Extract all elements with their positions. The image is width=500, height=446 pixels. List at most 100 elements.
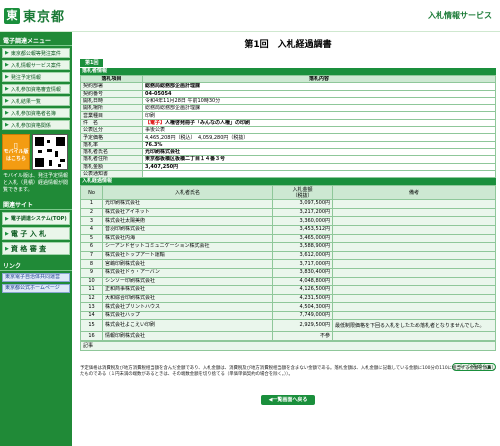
arrow-right-icon: ▶ [5, 62, 9, 68]
bid-name: シーアンドゼットコミュニケーション株式会社 [102, 242, 273, 252]
bid-amount: 3,717,000円 [272, 259, 333, 269]
info-value-text: 事後公表 [145, 127, 166, 134]
info-value: 令和4年11月28日 午前10時30分 [142, 96, 496, 106]
sidebar-heading-links: リンク [0, 261, 72, 271]
info-label: 落札者住所 [80, 155, 143, 164]
tab-round-1[interactable]: 第1回 [80, 59, 104, 67]
info-value-text: 4,465,208円（税込） 4,059,280円（税抜） [145, 134, 249, 141]
sidebar-item-label: 入札結果一覧 [10, 98, 41, 105]
info-value-text: 04-05054 [145, 90, 172, 97]
info-label: 予定価格 [80, 133, 143, 142]
info-value: 事後公表 [142, 126, 496, 135]
info-row: 契約部署 総務局総務部企画計理課 [80, 82, 496, 91]
sidebar-item-meibo[interactable]: ▶ 入札参加資格者名簿 [2, 108, 70, 118]
bid-no: 15 [80, 319, 103, 333]
info-row: 営業種目 印刷 [80, 111, 496, 120]
bid-amount: 7,749,000円 [272, 310, 333, 321]
bid-remarks [332, 293, 496, 304]
arrow-right-icon: ▶ [5, 122, 9, 128]
bid-amount: 3,465,000円 [272, 233, 333, 244]
bid-name: シンソー印刷株式会社 [102, 276, 273, 287]
tokyo-emblem-icon: 東 [4, 7, 20, 24]
bid-row: 8 宮嶋印刷株式会社 3,717,000円 [80, 259, 496, 269]
column-header: 落札内容 [142, 74, 496, 84]
info-value: 76.3% [142, 140, 496, 149]
info-row: 開札場所 総務局総務部企画計理課 [80, 104, 496, 113]
mobile-site-button[interactable]: ▯ モバイル版はこちら [2, 134, 30, 170]
bid-no: 14 [80, 310, 103, 321]
info-label: 公表区分 [80, 126, 143, 135]
arrow-right-icon: ▶ [5, 86, 9, 92]
bid-remarks [332, 242, 496, 252]
info-row: 公表通知書 [80, 169, 496, 179]
bid-no: 13 [80, 302, 103, 312]
info-label: 落札者氏名 [80, 147, 143, 157]
bid-no: 8 [80, 259, 103, 269]
bid-row: 15 株式会社よこえい印刷 2,929,500円 最低制限価格を下回る入札をしたため落… [80, 319, 496, 333]
sidebar-item-label: 発注予定情報 [10, 74, 41, 81]
bid-remarks [332, 331, 496, 342]
bid-no: 9 [80, 267, 103, 278]
footnote: 予定価格は消費税及び地方消費税相当額を含んだ金額であり、入札金額は、消費税及び地… [80, 366, 496, 378]
bid-remarks: 最低制限価格を下回る入札をしたため落札者となりませんでした。 [332, 319, 496, 333]
bid-amount: 不参 [272, 331, 333, 342]
bid-row: 4 音羽印刷株式会社 3,453,512円 [80, 224, 496, 235]
sidebar-item-shikaku-kankei[interactable]: ▶ 入札参加資格関係 [2, 120, 70, 130]
bid-remarks [332, 302, 496, 312]
info-value-text: 総務局総務部企画計理課 [145, 105, 201, 112]
bid-name: 大和綜合印刷株式会社 [102, 293, 273, 304]
arrow-right-icon: ▶ [5, 74, 9, 80]
bid-amount: 2,929,500円 [272, 319, 333, 333]
bid-remarks [332, 267, 496, 278]
info-value: 印刷 [142, 111, 496, 120]
sidebar-button-e-procurement[interactable]: ▶ 電子調達システム(TOP) [2, 212, 70, 225]
bid-no: 16 [80, 331, 103, 342]
bid-name: 株式会社ドゥ・アーバン [102, 267, 273, 278]
mobile-phone-icon: ▯ [13, 140, 19, 150]
back-to-list-button[interactable]: ◀一覧画面へ戻る [260, 395, 316, 406]
bid-row: 12 大和綜合印刷株式会社 4,231,500円 [80, 293, 496, 304]
sidebar-item-koho[interactable]: ▶ 東京都公報等発注案件 [2, 48, 70, 58]
bid-name: 光印刷株式会社 [102, 199, 273, 209]
info-row: 落札者住所 東京都板橋区板橋二丁目１４番３号 [80, 155, 496, 164]
info-label: 契約部署 [80, 82, 143, 91]
bid-no: 7 [80, 250, 103, 261]
arrow-right-icon: ▶ [5, 215, 9, 222]
sidebar-item-kekka-ichiran[interactable]: ▶ 入札結果一覧 [2, 96, 70, 106]
info-value-text: 印刷 [145, 112, 156, 119]
link-tokyo-official[interactable]: 東京都公式ホームページ [2, 284, 70, 293]
bid-name: 株式会社よこえい印刷 [102, 319, 273, 333]
sidebar-item-hatchu-yotei[interactable]: ▶ 発注予定情報 [2, 72, 70, 82]
sidebar: 電子調達メニュー ▶ 東京都公報等発注案件 ▶ 入札情報サービス案件 ▶ 発注予定情報… [0, 32, 72, 446]
info-label: 営業種目 [80, 111, 143, 120]
info-row: 契約番号 04-05054 [80, 89, 496, 98]
bid-name: 正和商事株式会社 [102, 285, 273, 295]
bid-amount: 3,830,400円 [272, 267, 333, 278]
tokyo-logo[interactable]: 東 東京都 [4, 6, 65, 25]
sidebar-button-qualification[interactable]: ▶ 資 格 審 査 [2, 242, 70, 255]
bid-no: 3 [80, 216, 103, 226]
bid-no: 11 [80, 285, 103, 295]
bid-row: 9 株式会社ドゥ・アーバン 3,830,400円 [80, 267, 496, 278]
bid-no: 10 [80, 276, 103, 287]
bid-row: 11 正和商事株式会社 4,126,500円 [80, 285, 496, 295]
bid-name: 株式会社トップアート運輸 [102, 250, 273, 261]
bid-amount: 3,217,200円 [272, 207, 333, 218]
bid-no: 4 [80, 224, 103, 235]
info-value-text: 光印刷株式会社 [145, 149, 181, 156]
sidebar-item-nyusatsu-info[interactable]: ▶ 入札情報サービス案件 [2, 60, 70, 70]
info-value-text: 東京都板橋区板橋二丁目１４番３号 [145, 156, 226, 163]
bid-no: 6 [80, 242, 103, 252]
sidebar-heading-related: 関連サイト [0, 200, 72, 210]
sidebar-heading-menu: 電子調達メニュー [0, 36, 72, 46]
sidebar-button-e-bidding[interactable]: ▶ 電 子 入 札 [2, 227, 70, 240]
info-row: 予定価格 4,465,208円（税込） 4,059,280円（税抜） [80, 133, 496, 142]
bid-name: 株式会社太陽美術 [102, 216, 273, 226]
info-value-text: 令和4年11月28日 午前10時30分 [145, 98, 221, 105]
link-joint-operation[interactable]: 東京電子自治体共同運営 [2, 273, 70, 282]
info-row: 公表区分 事後公表 [80, 126, 496, 135]
main-content: 第1回 入札経過調書 第1回 落札者情報 落札項目 落札内容 契約部署 総務局総務… [80, 32, 496, 406]
bid-amount: 3,360,000円 [272, 216, 333, 226]
bid-amount: 3,453,512円 [272, 224, 333, 235]
sidebar-item-shikaku-shinsa[interactable]: ▶ 入札参加資格審査情報 [2, 84, 70, 94]
